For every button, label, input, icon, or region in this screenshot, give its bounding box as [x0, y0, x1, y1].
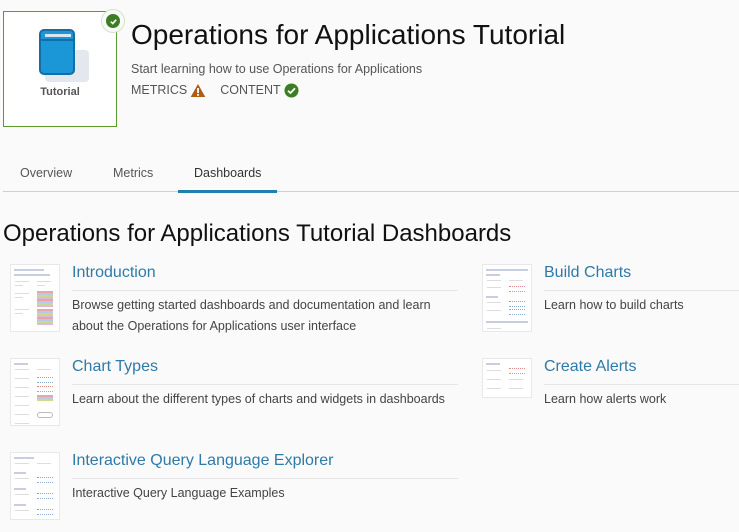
dashboard-description: Browse getting started dashboards and do…	[72, 298, 431, 333]
divider	[544, 384, 739, 385]
dashboard-link[interactable]: Chart Types	[72, 358, 158, 376]
status-content: CONTENT	[220, 82, 299, 98]
dashboard-link[interactable]: Build Charts	[544, 264, 631, 282]
page-title: Operations for Applications Tutorial	[131, 19, 566, 50]
divider	[72, 290, 458, 291]
installed-badge	[101, 9, 125, 33]
tab-metrics[interactable]: Metrics	[113, 158, 153, 192]
dashboard-item-chart-types: Chart Types Learn about the different ty…	[10, 358, 460, 438]
dashboard-item-build-charts: Build Charts Learn how to build charts	[482, 264, 739, 344]
section-title: Operations for Applications Tutorial Das…	[3, 220, 512, 247]
dashboard-thumbnail[interactable]	[10, 264, 60, 332]
integration-logo-card: Tutorial	[3, 11, 117, 127]
dashboard-thumbnail[interactable]	[482, 264, 532, 332]
warning-icon	[190, 82, 206, 98]
tab-dashboards[interactable]: Dashboards	[177, 158, 278, 193]
dashboard-thumbnail[interactable]	[10, 358, 60, 426]
status-metrics: METRICS	[131, 82, 206, 98]
tab-bar: Overview Metrics Dashboards	[3, 158, 739, 193]
page-subtitle: Start learning how to use Operations for…	[131, 62, 423, 76]
dashboard-thumbnail[interactable]	[10, 452, 60, 520]
divider	[544, 290, 739, 291]
check-circle-icon	[284, 82, 300, 98]
status-label: CONTENT	[220, 83, 281, 97]
dashboard-description: Learn how alerts work	[544, 392, 667, 406]
dashboard-link[interactable]: Interactive Query Language Explorer	[72, 452, 333, 470]
dashboard-description: Interactive Query Language Examples	[72, 486, 285, 500]
status-label: METRICS	[131, 83, 188, 97]
dashboard-description: Learn how to build charts	[544, 298, 684, 312]
status-row: METRICS CONTENT	[131, 82, 314, 98]
dashboard-link[interactable]: Introduction	[72, 264, 156, 282]
dashboard-link[interactable]: Create Alerts	[544, 358, 636, 376]
dashboard-item-query-language-explorer: Interactive Query Language Explorer Inte…	[10, 452, 460, 522]
tab-overview[interactable]: Overview	[20, 158, 72, 192]
dashboard-description: Learn about the different types of chart…	[72, 392, 445, 406]
check-circle-icon	[106, 14, 120, 28]
dashboard-item-create-alerts: Create Alerts Learn how alerts work	[482, 358, 739, 418]
dashboard-item-introduction: Introduction Browse getting started dash…	[10, 264, 460, 344]
divider	[72, 478, 458, 479]
dashboard-thumbnail[interactable]	[482, 358, 532, 398]
divider	[72, 384, 458, 385]
logo-label: Tutorial	[40, 86, 80, 98]
book-icon	[39, 29, 89, 82]
